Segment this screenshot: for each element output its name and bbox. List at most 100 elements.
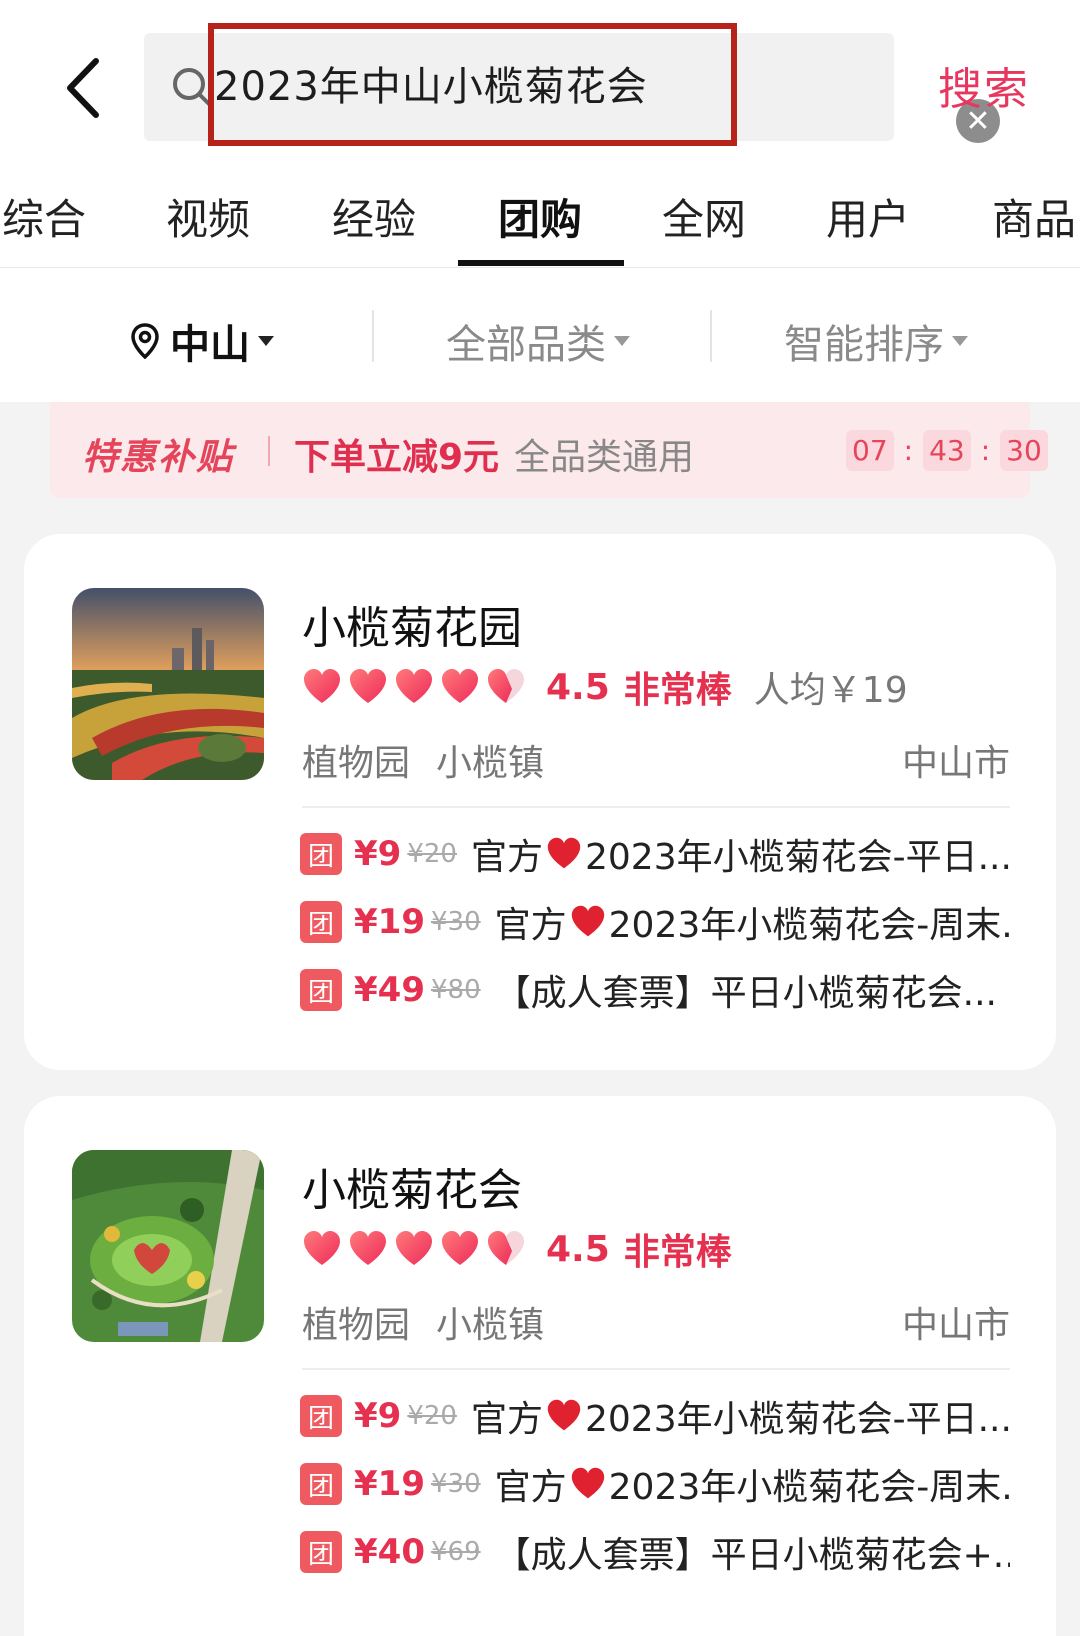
deal-original-price: ¥69 (430, 1537, 481, 1567)
rating-praise: 非常棒 (623, 1232, 732, 1273)
deal-title: 官方 2023年小榄菊花会-平日... (471, 830, 1010, 878)
deal-name: 【成人套票】平日小榄菊花会... (494, 973, 997, 1014)
heart-rating-icon (442, 1231, 478, 1265)
deal-price: ¥9 (354, 834, 402, 874)
tab-users[interactable]: 用户 (826, 186, 910, 247)
location-filter[interactable]: 中山 (130, 312, 274, 370)
caret-down-icon (258, 336, 274, 346)
shop-city: 中山市 (901, 1305, 1010, 1346)
location-label: 中山 (170, 322, 250, 368)
shop-tags: 植物园 小榄镇 (302, 734, 544, 786)
deal-title: 官方 2023年小榄菊花会-平日... (471, 1392, 1010, 1440)
deal-prefix: 官方 (494, 1467, 567, 1508)
heart-rating-icon (396, 669, 432, 703)
promo-scope: 全品类通用 (514, 437, 695, 478)
countdown-hours: 07 (846, 430, 894, 471)
deal-item[interactable]: 团 ¥19 ¥30 官方 2023年小榄菊花会-周末... (300, 1460, 1010, 1508)
tab-comprehensive[interactable]: 综合 (2, 186, 86, 247)
deal-item[interactable]: 团 ¥9 ¥20 官方 2023年小榄菊花会-平日... (300, 1392, 1010, 1440)
deal-prefix: 官方 (494, 905, 567, 946)
half-heart-rating-icon (488, 1231, 524, 1265)
deal-price: ¥9 (354, 1396, 402, 1436)
result-card[interactable]: 小榄菊花园 4.5 非常棒 人均￥19 植物园 小榄镇 中山市 团 ¥9 ¥20 … (24, 534, 1056, 1070)
countdown-separator: : (980, 434, 991, 467)
deal-name: 2023年小榄菊花会-平日... (584, 837, 1010, 878)
deal-original-price: ¥30 (430, 907, 481, 937)
rating-row: 4.5 非常棒 人均￥19 (302, 662, 908, 712)
deal-name: 2023年小榄菊花会-平日... (584, 1399, 1010, 1440)
back-button[interactable] (52, 48, 112, 128)
search-icon (173, 68, 212, 107)
deal-name: 2023年小榄菊花会-周末... (608, 905, 1010, 946)
deal-title: 【成人套票】平日小榄菊花会... (495, 966, 997, 1014)
result-type-tabs: 综合 视频 经验 团购 全网 用户 商品 (0, 160, 1080, 268)
search-input[interactable]: 2023年中山小榄菊花会 ✕ (144, 33, 1000, 143)
caret-down-icon (952, 336, 968, 346)
shop-tag: 小榄镇 (436, 1305, 545, 1346)
tab-group-buy[interactable]: 团购 (498, 186, 582, 247)
category-filter[interactable]: 全部品类 (446, 312, 630, 370)
filter-bar: 中山 全部品类 智能排序 (0, 268, 1080, 402)
deal-item[interactable]: 团 ¥9 ¥20 官方 2023年小榄菊花会-平日... (300, 830, 1010, 878)
shop-thumbnail[interactable] (72, 588, 264, 780)
heart-rating-icon (396, 1231, 432, 1265)
heart-rating-icon (350, 1231, 386, 1265)
shop-city: 中山市 (901, 743, 1010, 784)
sort-filter[interactable]: 智能排序 (784, 312, 968, 370)
group-buy-badge: 团 (300, 833, 342, 875)
tab-experience[interactable]: 经验 (332, 186, 416, 247)
deal-original-price: ¥20 (407, 839, 457, 869)
deal-price: ¥19 (354, 1464, 425, 1504)
deal-price: ¥40 (354, 1532, 425, 1572)
subsidy-banner[interactable]: 特惠补贴 下单立减9元 全品类通用 07 : 43 : 30 (50, 402, 1048, 498)
deal-item[interactable]: 团 ¥19 ¥30 官方 2023年小榄菊花会-周末... (300, 898, 1010, 946)
tab-products[interactable]: 商品 (992, 186, 1076, 247)
heart-icon (571, 905, 604, 937)
shop-tags: 植物园 小榄镇 (302, 1296, 544, 1348)
rating-praise: 非常棒 (623, 670, 732, 711)
deal-price: ¥19 (354, 902, 425, 942)
active-tab-indicator (458, 260, 624, 266)
shop-tag: 植物园 (302, 743, 411, 784)
promo-divider (268, 436, 270, 466)
filter-divider (372, 310, 374, 362)
deal-original-price: ¥20 (407, 1401, 457, 1431)
filter-divider (710, 310, 712, 362)
deal-name: 【成人套票】平日小榄菊花会+... (494, 1535, 1010, 1576)
group-buy-badge: 团 (300, 901, 342, 943)
group-buy-badge: 团 (300, 969, 342, 1011)
sort-label: 智能排序 (784, 322, 944, 368)
search-submit-button[interactable]: 搜索 (938, 53, 1030, 117)
deal-name: 2023年小榄菊花会-周末... (608, 1467, 1010, 1508)
half-heart-rating-icon (488, 669, 524, 703)
chevron-left-icon (67, 58, 99, 118)
shop-tag: 小榄镇 (436, 743, 545, 784)
heart-rating-icon (442, 669, 478, 703)
shop-thumbnail[interactable] (72, 1150, 264, 1342)
promo-countdown: 07 : 43 : 30 (846, 430, 1048, 471)
deal-item[interactable]: 团 ¥49 ¥80 【成人套票】平日小榄菊花会... (300, 966, 1010, 1014)
deal-item[interactable]: 团 ¥40 ¥69 【成人套票】平日小榄菊花会+... (300, 1528, 1010, 1576)
group-buy-badge: 团 (300, 1463, 342, 1505)
tab-video[interactable]: 视频 (166, 186, 250, 247)
rating-score: 4.5 (546, 666, 610, 708)
rating-row: 4.5 非常棒 (302, 1224, 732, 1274)
deal-title: 【成人套票】平日小榄菊花会+... (495, 1528, 1010, 1576)
deal-prefix: 官方 (470, 1399, 543, 1440)
card-divider (302, 1368, 1010, 1370)
search-header: 2023年中山小榄菊花会 ✕ 搜索 (0, 0, 1080, 160)
promo-tag: 特惠补贴 (82, 437, 235, 478)
deal-price: ¥49 (354, 970, 425, 1010)
heart-icon (547, 837, 581, 869)
countdown-seconds: 30 (1000, 430, 1048, 471)
shop-tag: 植物园 (302, 1305, 411, 1346)
shop-name[interactable]: 小榄菊花园 (302, 592, 522, 656)
group-buy-badge: 团 (300, 1395, 342, 1437)
location-pin-icon (131, 323, 159, 359)
tab-web[interactable]: 全网 (662, 186, 746, 247)
shop-name[interactable]: 小榄菊花会 (302, 1154, 522, 1218)
average-price: 人均￥19 (753, 670, 908, 711)
deal-title: 官方 2023年小榄菊花会-周末... (495, 1460, 1010, 1508)
result-card[interactable]: 小榄菊花会 4.5 非常棒 植物园 小榄镇 中山市 团 ¥9 ¥20 官方 202… (24, 1096, 1056, 1636)
heart-rating-icon (304, 669, 340, 703)
